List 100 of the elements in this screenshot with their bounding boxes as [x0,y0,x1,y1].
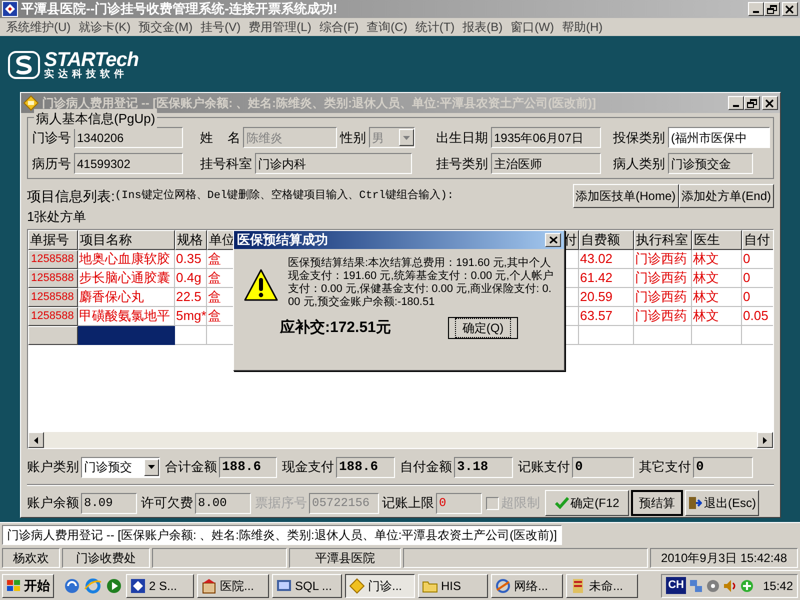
table-cell: 1258588 [28,269,78,288]
text-field[interactable]: 门诊预交金 [668,153,753,174]
text-field[interactable]: 8.00 [195,492,251,514]
taskbar-button[interactable]: 2 S... [126,574,194,598]
logo-tagline: 实达科技软件 [44,70,129,80]
taskbar-button[interactable]: 未命... [566,574,638,598]
field-label: 出生日期 [436,128,489,147]
menu-item[interactable]: 预交金(M) [134,18,197,36]
media-player-icon [105,576,123,594]
table-cell: 1258588 [28,250,78,269]
field-label: 现金支付 [282,458,335,476]
taskbar-button[interactable]: 门诊... [345,574,415,598]
table-cell: 林文 [692,250,742,269]
field-label: 投保类别 [613,128,666,147]
dialog-message: 医保预结算结果:本次结算总费用：191.60 元,其中个人现金支付：191.60 元,统筹基金支付：0.00 元,个人帐户支付：0.00 元,保健基金支付: 0.00 元,商业保险支付: 0.00 元,预交金账户余额:-180.51 [288,257,554,309]
table-cell: 5mg* [175,307,207,326]
table-cell: 门诊西药 [634,288,692,307]
text-field[interactable]: 0 [572,456,634,478]
status-panel: 门诊收费处 [62,548,150,568]
field-label: 其它支付 [639,458,692,476]
menu-item[interactable]: 统计(T) [411,18,459,36]
text-field[interactable]: 3.18 [454,456,513,478]
action-button[interactable]: 退出(Esc) [685,490,759,516]
field-label: 许可欠费 [141,494,194,512]
empty-cell[interactable] [579,326,634,345]
row-header[interactable] [28,326,78,345]
table-cell: 林文 [692,269,742,288]
text-field[interactable]: 188.6 [336,456,395,478]
field-label: 合计金额 [165,458,218,476]
close-button[interactable] [762,96,778,110]
column-header[interactable]: 医生 [692,230,742,250]
close-button[interactable] [545,233,561,247]
action-button[interactable]: 确定(F12 [545,490,629,516]
field-label: 账户类别 [27,458,80,476]
scroll-left-icon [34,436,38,444]
status-panel: 平潭县医院 [289,548,401,568]
start-button[interactable]: 开始 [2,574,54,598]
clock: 15:42 [762,578,793,594]
text-field[interactable]: 188.6 [219,456,277,478]
table-cell: 0 [742,269,773,288]
menu-item[interactable]: 综合(F) [315,18,363,36]
minimize-button[interactable] [748,2,764,16]
menu-item[interactable]: 查询(C) [362,18,412,36]
text-field[interactable]: 0 [693,456,753,478]
column-header[interactable]: 规格 [175,230,207,250]
browser-icon [84,576,102,594]
shield-icon [740,578,754,592]
app-icon [349,578,365,594]
text-field[interactable]: 1340206 [74,127,183,148]
language-indicator[interactable]: CH [666,577,686,594]
empty-cell[interactable] [634,326,692,345]
action-button[interactable]: 预结算 [631,490,683,516]
taskbar-button[interactable]: SQL ... [272,574,342,598]
check-icon [554,497,569,509]
column-header[interactable]: 执行科室 [634,230,692,250]
taskbar-button[interactable]: HIS [418,574,488,598]
empty-cell[interactable] [692,326,742,345]
column-header[interactable]: 项目名称 [78,230,175,250]
minimize-button[interactable] [728,96,744,110]
column-header[interactable]: 自费额 [579,230,634,250]
column-header[interactable]: 单据号 [28,230,78,250]
text-field[interactable]: (福州市医保中 [668,127,770,148]
taskbar-button[interactable]: 医院... [197,574,269,598]
selected-cell[interactable] [78,326,175,345]
horizontal-scrollbar[interactable] [28,432,773,448]
field-label: 挂号类别 [436,154,489,173]
dropdown[interactable]: 门诊预交 [81,456,160,478]
close-button[interactable] [782,2,798,16]
app-icon [495,578,511,594]
menu-item[interactable]: 挂号(V) [196,18,245,36]
window-tab[interactable]: 门诊病人费用登记 -- [医保账户余额: 、姓名:陈维炎、类别:退休人员、单位:平潭县农资土产公司(医改前)] [2,524,562,544]
close-icon [785,4,795,14]
windows-logo-icon [6,578,22,592]
field-label: 性别 [340,128,367,147]
text-field[interactable]: 主治医师 [491,153,601,174]
text-field[interactable]: 41599302 [74,153,183,174]
menu-item[interactable]: 就诊卡(K) [74,18,135,36]
restore-icon [747,98,757,108]
menu-item[interactable]: 系统维护(U) [2,18,75,36]
table-cell: 1258588 [28,288,78,307]
column-header[interactable]: 自付 [742,230,773,250]
menu-item[interactable]: 窗口(W) [506,18,558,36]
menu-item[interactable]: 报表(B) [458,18,507,36]
add-button[interactable]: 添加处方单(End) [678,184,774,208]
add-button[interactable]: 添加医技单(Home) [572,184,679,208]
menu-item[interactable]: 费用管理(L) [244,18,316,36]
field-label: 账户余额 [27,494,80,512]
taskbar-button[interactable]: 网络... [491,574,563,598]
text-field[interactable]: 门诊内科 [255,153,412,174]
text-field[interactable]: 1935年06月07日 [491,127,601,148]
restore-button[interactable] [764,2,780,16]
restore-button[interactable] [744,96,760,110]
status-panel: 杨欢欢 [2,548,60,568]
window-title: 平潭县医院--门诊挂号收费管理系统-连接开票系统成功! [21,0,338,18]
text-field[interactable]: 8.09 [81,492,137,514]
scroll-right-icon [763,436,767,444]
speaker-icon [722,578,737,592]
group-title: 病人基本信息(PgUp) [34,109,158,128]
menu-item[interactable]: 帮助(H) [558,18,607,36]
ok-button[interactable]: 确定(Q) [448,317,518,340]
